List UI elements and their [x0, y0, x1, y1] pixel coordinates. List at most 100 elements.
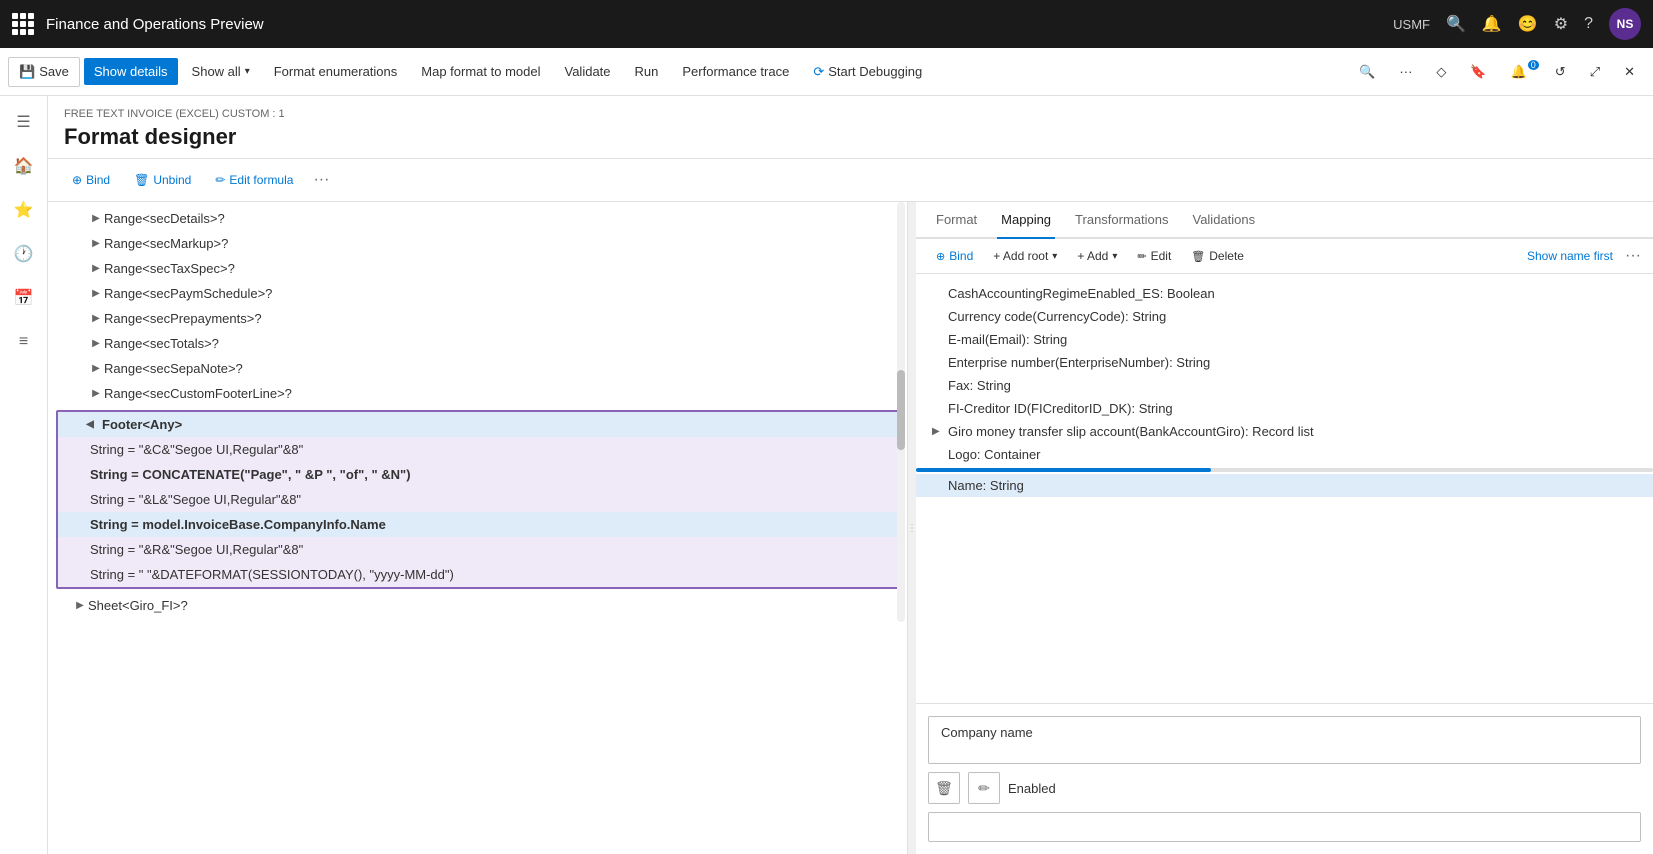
env-label: USMF [1393, 17, 1430, 32]
format-enumerations-button[interactable]: Format enumerations [264, 58, 408, 85]
nav-hamburger[interactable]: ☰ [6, 104, 42, 140]
search-icon[interactable]: 🔍 [1446, 14, 1466, 34]
delete-binding-button[interactable]: 🗑 [928, 772, 960, 804]
toolbar-close-icon[interactable]: ✕ [1614, 58, 1645, 86]
sub-toolbar-more[interactable]: ··· [309, 167, 333, 193]
toolbar-more-icon[interactable]: ··· [1389, 58, 1422, 85]
expand-icon[interactable]: ▶ [88, 388, 104, 399]
footer-child-model-name[interactable]: String = model.InvoiceBase.CompanyInfo.N… [58, 512, 897, 537]
toolbar-bookmark-icon[interactable]: 🔖 [1460, 58, 1496, 86]
expand-icon-giro[interactable]: ▶ [932, 426, 948, 437]
tab-format[interactable]: Format [932, 202, 981, 239]
run-button[interactable]: Run [625, 58, 669, 85]
expand-icon[interactable]: ▶ [88, 213, 104, 224]
tree-item-secCustomFooterLine[interactable]: ▶ Range<secCustomFooterLine>? [48, 381, 907, 406]
avatar[interactable]: NS [1609, 8, 1641, 40]
expand-icon[interactable]: ▶ [88, 363, 104, 374]
save-button[interactable]: 💾 Save [8, 57, 80, 87]
model-item-name[interactable]: Name: String [916, 474, 1653, 497]
main-layout: ☰ 🏠 ⭐ 🕐 📅 ≡ FREE TEXT INVOICE (EXCEL) CU… [0, 96, 1653, 854]
model-item-fax[interactable]: Fax: String [916, 374, 1653, 397]
toolbar-open-icon[interactable]: ⤢ [1580, 58, 1610, 86]
tree-item-secDetails[interactable]: ▶ Range<secDetails>? [48, 206, 907, 231]
tree-item-secPrepayments[interactable]: ▶ Range<secPrepayments>? [48, 306, 907, 331]
start-debugging-button[interactable]: ⟳ Start Debugging [803, 58, 932, 86]
tree-item-secSepaNote[interactable]: ▶ Range<secSepaNote>? [48, 356, 907, 381]
bind-icon: ⊕ [72, 173, 82, 187]
performance-trace-button[interactable]: Performance trace [672, 58, 799, 85]
map-format-button[interactable]: Map format to model [411, 58, 550, 85]
tab-mapping[interactable]: Mapping [997, 202, 1055, 239]
edit-formula-icon: ✏ [215, 173, 225, 187]
toolbar-refresh-icon[interactable]: ↺ [1545, 58, 1576, 86]
pane-divider[interactable]: ⋮ [908, 202, 916, 854]
add-chevron: ▾ [1112, 251, 1117, 262]
model-item-currency[interactable]: Currency code(CurrencyCode): String [916, 305, 1653, 328]
content-area: FREE TEXT INVOICE (EXCEL) CUSTOM : 1 For… [48, 96, 1653, 854]
rpt-bind-button[interactable]: ⊕ Bind [928, 245, 981, 267]
rpt-delete-button[interactable]: 🗑 Delete [1183, 245, 1252, 267]
show-details-button[interactable]: Show details [84, 58, 178, 85]
expand-icon[interactable]: ▶ [72, 600, 88, 611]
show-all-button[interactable]: Show all ▾ [182, 58, 260, 85]
nav-calendar[interactable]: 📅 [6, 280, 42, 316]
footer-child-5[interactable]: String = "&R&"Segoe UI,Regular"&8" [58, 537, 897, 562]
edit-binding-button[interactable]: ✏ [968, 772, 1000, 804]
edit-formula-button[interactable]: ✏ Edit formula [207, 169, 301, 191]
model-item-cash[interactable]: CashAccountingRegimeEnabled_ES: Boolean [916, 282, 1653, 305]
model-item-logo[interactable]: Logo: Container [916, 443, 1653, 466]
chat-icon[interactable]: 😊 [1518, 14, 1538, 34]
footer-child-2[interactable]: String = CONCATENATE("Page", " &P ", "of… [58, 462, 897, 487]
footer-header[interactable]: ◀ Footer<Any> [58, 412, 897, 437]
footer-child-3[interactable]: String = "&L&"Segoe UI,Regular"&8" [58, 487, 897, 512]
notification-icon[interactable]: 🔔 [1482, 14, 1502, 34]
toolbar-badge-icon[interactable]: 🔔0 [1501, 58, 1541, 86]
toolbar-search-icon[interactable]: 🔍 [1349, 58, 1385, 86]
tree-item-sheet-giro[interactable]: ▶ Sheet<Giro_FI>? [48, 593, 907, 618]
footer-expand-icon[interactable]: ◀ [82, 419, 98, 430]
tab-validations[interactable]: Validations [1188, 202, 1259, 239]
model-item-email[interactable]: E-mail(Email): String [916, 328, 1653, 351]
show-all-chevron: ▾ [245, 66, 250, 77]
expand-icon[interactable]: ▶ [88, 313, 104, 324]
footer-box: ◀ Footer<Any> String = "&C&"Segoe UI,Reg… [56, 410, 899, 589]
validate-button[interactable]: Validate [555, 58, 621, 85]
expand-icon[interactable]: ▶ [88, 288, 104, 299]
bind-button[interactable]: ⊕ Bind [64, 169, 118, 191]
tree-item-secMarkup[interactable]: ▶ Range<secMarkup>? [48, 231, 907, 256]
right-panel-tabs: Format Mapping Transformations Validatio… [916, 202, 1653, 239]
unbind-button[interactable]: 🗑 Unbind [126, 169, 199, 191]
save-icon: 💾 [19, 64, 35, 80]
expand-icon[interactable]: ▶ [88, 238, 104, 249]
model-item-ficreditor[interactable]: FI-Creditor ID(FICreditorID_DK): String [916, 397, 1653, 420]
footer-child-6[interactable]: String = " "&DATEFORMAT(SESSIONTODAY(), … [58, 562, 897, 587]
toolbar-diamond-icon[interactable]: ◇ [1426, 58, 1456, 86]
enabled-input[interactable] [928, 812, 1641, 842]
nav-star[interactable]: ⭐ [6, 192, 42, 228]
company-name-box: Company name [928, 716, 1641, 764]
split-container: ▶ Range<secDetails>? ▶ Range<secMarkup>?… [48, 202, 1653, 854]
expand-icon[interactable]: ▶ [88, 263, 104, 274]
nav-list[interactable]: ≡ [6, 324, 42, 360]
show-name-first-button[interactable]: Show name first [1519, 245, 1621, 267]
rpt-add-button[interactable]: + Add ▾ [1069, 245, 1125, 267]
model-item-giro[interactable]: ▶ Giro money transfer slip account(BankA… [916, 420, 1653, 443]
unbind-icon: 🗑 [134, 173, 149, 187]
expand-icon[interactable]: ▶ [88, 338, 104, 349]
tree-item-secPaymSchedule[interactable]: ▶ Range<secPaymSchedule>? [48, 281, 907, 306]
title-bar: Finance and Operations Preview USMF 🔍 🔔 … [0, 0, 1653, 48]
footer-child-1[interactable]: String = "&C&"Segoe UI,Regular"&8" [58, 437, 897, 462]
settings-icon[interactable]: ⚙ [1554, 14, 1568, 34]
rpt-more-button[interactable]: ··· [1625, 247, 1641, 265]
model-item-enterprise[interactable]: Enterprise number(EnterpriseNumber): Str… [916, 351, 1653, 374]
rpt-add-root-button[interactable]: + Add root ▾ [985, 245, 1065, 267]
tree-item-secTotals[interactable]: ▶ Range<secTotals>? [48, 331, 907, 356]
tree-item-secTaxSpec[interactable]: ▶ Range<secTaxSpec>? [48, 256, 907, 281]
nav-home[interactable]: 🏠 [6, 148, 42, 184]
nav-recent[interactable]: 🕐 [6, 236, 42, 272]
waffle-icon[interactable] [12, 13, 34, 35]
help-icon[interactable]: ? [1584, 15, 1593, 33]
rpt-edit-button[interactable]: ✏ Edit [1129, 245, 1179, 267]
page-header: FREE TEXT INVOICE (EXCEL) CUSTOM : 1 For… [48, 96, 1653, 159]
tab-transformations[interactable]: Transformations [1071, 202, 1172, 239]
